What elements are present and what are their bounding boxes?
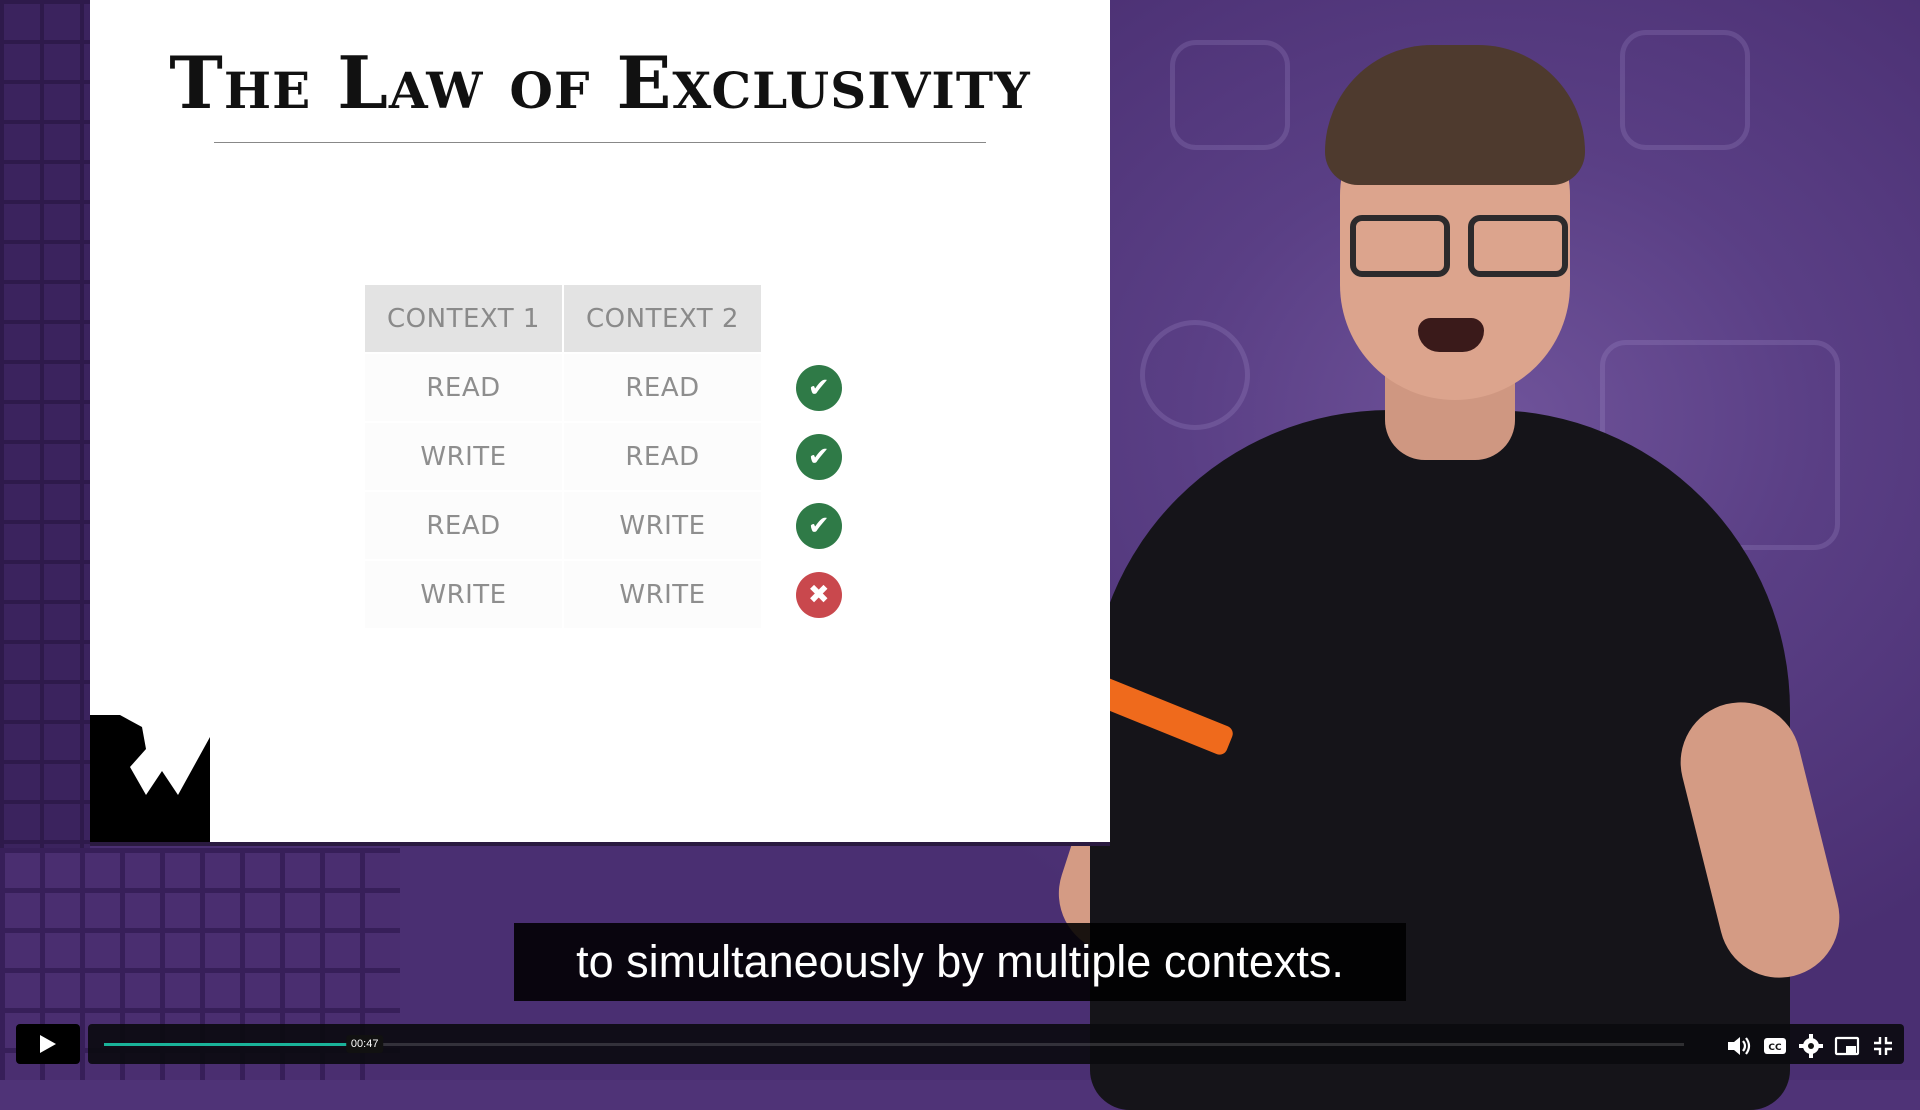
svg-text:CC: CC bbox=[1768, 1043, 1782, 1053]
subtitle-caption: to simultaneously by multiple contexts. bbox=[514, 923, 1406, 1001]
presenter-glasses bbox=[1468, 215, 1568, 277]
context-2-cell: WRITE bbox=[564, 492, 761, 559]
player-controls: 00:47 CC bbox=[0, 1022, 1920, 1066]
check-circle-icon: ✔ bbox=[796, 502, 842, 549]
table-header: CONTEXT 1 bbox=[365, 285, 562, 352]
settings-icon[interactable] bbox=[1798, 1034, 1824, 1058]
volume-icon[interactable] bbox=[1726, 1034, 1752, 1058]
context-1-cell: WRITE bbox=[365, 561, 562, 628]
presenter-glasses bbox=[1350, 215, 1450, 277]
background-app-icon bbox=[1170, 40, 1290, 150]
context-2-cell: WRITE bbox=[564, 561, 761, 628]
background-app-icon bbox=[1620, 30, 1750, 150]
slide-title: The Law of Exclusivity bbox=[169, 40, 1031, 125]
closed-captions-icon[interactable]: CC bbox=[1762, 1034, 1788, 1058]
progress-track[interactable]: 00:47 bbox=[104, 1035, 1684, 1053]
progress-bar[interactable]: 00:47 CC bbox=[88, 1024, 1904, 1064]
title-divider bbox=[214, 142, 986, 143]
play-icon bbox=[40, 1035, 56, 1053]
presenter-hair bbox=[1325, 45, 1585, 185]
current-time: 00:47 bbox=[345, 1035, 384, 1053]
rw-logo bbox=[90, 715, 210, 842]
presentation-slide: The Law of Exclusivity CONTEXT 1 CONTEXT… bbox=[90, 0, 1110, 842]
table-row: READ READ ✔ bbox=[365, 354, 875, 421]
table-row: READ WRITE ✔ bbox=[365, 492, 875, 559]
context-1-cell: WRITE bbox=[365, 423, 562, 490]
progress-fill bbox=[104, 1043, 365, 1046]
presenter-mouth bbox=[1418, 318, 1484, 352]
exclusivity-table: CONTEXT 1 CONTEXT 2 READ READ ✔ WRITE RE… bbox=[363, 283, 877, 630]
table-row: WRITE READ ✔ bbox=[365, 423, 875, 490]
table-header: CONTEXT 2 bbox=[564, 285, 761, 352]
context-1-cell: READ bbox=[365, 354, 562, 421]
table-header-row: CONTEXT 1 CONTEXT 2 bbox=[365, 285, 875, 352]
exit-fullscreen-icon[interactable] bbox=[1870, 1034, 1896, 1058]
table-header-empty bbox=[763, 285, 875, 352]
table-row: WRITE WRITE ✖ bbox=[365, 561, 875, 628]
context-2-cell: READ bbox=[564, 354, 761, 421]
check-circle-icon: ✔ bbox=[796, 433, 842, 480]
play-button[interactable] bbox=[16, 1024, 80, 1064]
picture-in-picture-icon[interactable] bbox=[1834, 1034, 1860, 1058]
x-circle-icon: ✖ bbox=[796, 571, 842, 618]
check-circle-icon: ✔ bbox=[796, 364, 842, 411]
background-app-icon bbox=[1140, 320, 1250, 430]
context-2-cell: READ bbox=[564, 423, 761, 490]
context-1-cell: READ bbox=[365, 492, 562, 559]
